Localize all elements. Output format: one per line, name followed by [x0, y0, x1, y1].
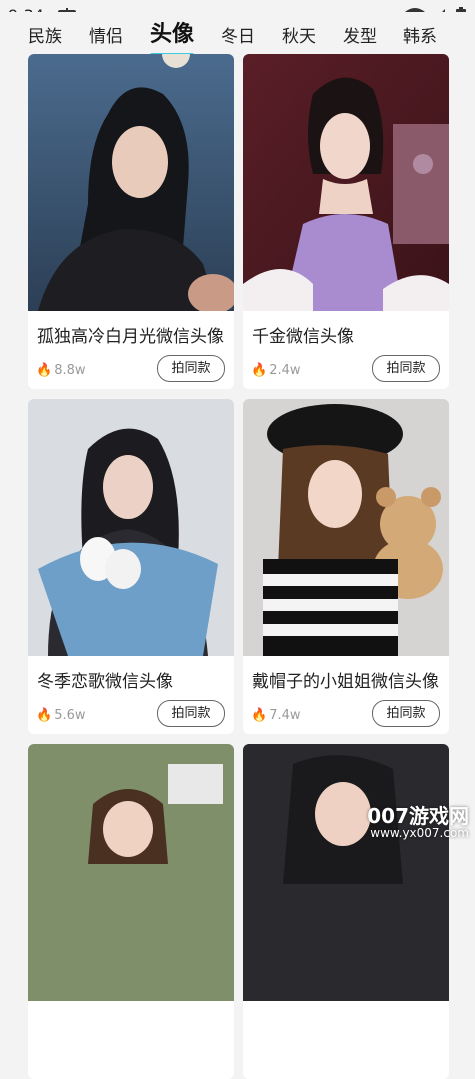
tab-touxiang[interactable]: 头像 [150, 16, 194, 48]
popularity-count: 8.8w [54, 363, 86, 378]
template-card[interactable]: 孤独高冷白月光微信头像 🔥 8.8w 拍同款 [28, 54, 234, 389]
popularity-meta: 🔥 7.4w [251, 704, 301, 724]
watermark-url: www.yx007.com [370, 826, 469, 840]
popularity-meta: 🔥 5.6w [36, 704, 86, 724]
shoot-same-button[interactable]: 拍同款 [157, 700, 225, 727]
watermark-logo: 007游戏网 [367, 804, 469, 828]
card-photo[interactable] [28, 744, 234, 1001]
card-title: 冬季恋歌微信头像 [37, 672, 173, 692]
card-photo[interactable] [28, 54, 234, 311]
shoot-same-button[interactable]: 拍同款 [157, 355, 225, 382]
fire-icon: 🔥 [36, 363, 53, 378]
popularity-count: 2.4w [269, 363, 301, 378]
fire-icon: 🔥 [251, 363, 268, 378]
template-card[interactable] [243, 744, 449, 1079]
fire-icon: 🔥 [36, 708, 53, 723]
tab-qinglv[interactable]: 情侣 [89, 22, 123, 47]
template-card[interactable]: 冬季恋歌微信头像 🔥 5.6w 拍同款 [28, 399, 234, 734]
card-title: 千金微信头像 [252, 327, 354, 347]
card-title: 孤独高冷白月光微信头像 [37, 327, 224, 347]
category-tab-bar: 民族 情侣 头像 冬日 秋天 发型 韩系 [0, 12, 475, 57]
tab-faxing[interactable]: 发型 [343, 22, 377, 47]
card-photo[interactable] [243, 744, 449, 1001]
tab-minzu[interactable]: 民族 [28, 22, 62, 47]
template-card[interactable]: 千金微信头像 🔥 2.4w 拍同款 [243, 54, 449, 389]
popularity-meta: 🔥 8.8w [36, 359, 86, 379]
shoot-same-button[interactable]: 拍同款 [372, 700, 440, 727]
popularity-count: 7.4w [269, 708, 301, 723]
fire-icon: 🔥 [251, 708, 268, 723]
tab-hanxi[interactable]: 韩系 [403, 22, 437, 47]
tab-dongri[interactable]: 冬日 [221, 22, 255, 47]
popularity-meta: 🔥 2.4w [251, 359, 301, 379]
template-card[interactable] [28, 744, 234, 1079]
template-card[interactable]: 戴帽子的小姐姐微信头像 🔥 7.4w 拍同款 [243, 399, 449, 734]
card-photo[interactable] [243, 399, 449, 656]
card-photo[interactable] [28, 399, 234, 656]
card-title: 戴帽子的小姐姐微信头像 [252, 672, 439, 692]
shoot-same-button[interactable]: 拍同款 [372, 355, 440, 382]
tab-qiutian[interactable]: 秋天 [282, 22, 316, 47]
popularity-count: 5.6w [54, 708, 86, 723]
card-photo[interactable] [243, 54, 449, 311]
